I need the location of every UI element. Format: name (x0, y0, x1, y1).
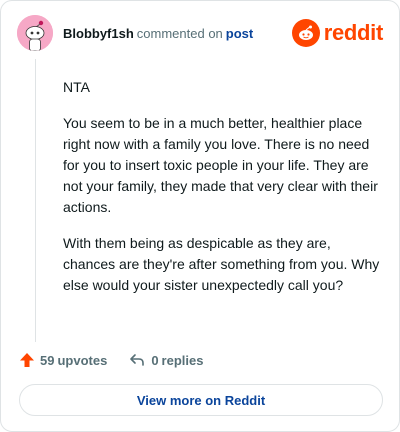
upvote-count: 59 (40, 352, 55, 368)
comment-paragraph: With them being as despicable as they ar… (63, 235, 380, 293)
reddit-logo[interactable]: reddit (291, 18, 384, 48)
reddit-logo-icon (291, 19, 320, 47)
comment-paragraph: You seem to be in a much better, healthi… (63, 115, 378, 215)
reply-arrow-icon (130, 354, 145, 366)
action-text: commented on (136, 26, 223, 41)
upvote-button[interactable]: 59 upvotes (19, 352, 107, 368)
upvote-arrow-icon (20, 353, 34, 367)
comment-body: NTA You seem to be in a much better, hea… (63, 77, 381, 311)
thread-line (35, 59, 36, 342)
upvote-label: upvotes (57, 352, 108, 368)
snoo-avatar-icon[interactable] (17, 15, 53, 51)
comment-actions: 59 upvotes 0 replies (19, 349, 203, 371)
username-link[interactable]: Blobbyf1sh (63, 26, 134, 41)
comment-paragraph: NTA (63, 79, 90, 95)
reply-label: replies (161, 352, 204, 368)
replies-button[interactable]: 0 replies (129, 352, 203, 368)
reddit-wordmark: reddit (323, 20, 384, 45)
view-more-button[interactable]: View more on Reddit (19, 384, 383, 416)
comment-header: Blobbyf1sh commented on post reddit (17, 15, 383, 51)
reply-count: 0 (151, 352, 159, 368)
comment-meta: Blobbyf1sh commented on post (63, 26, 253, 41)
post-link[interactable]: post (226, 26, 253, 41)
comment-embed-card: Blobbyf1sh commented on post reddit NTA Yo… (0, 0, 400, 432)
